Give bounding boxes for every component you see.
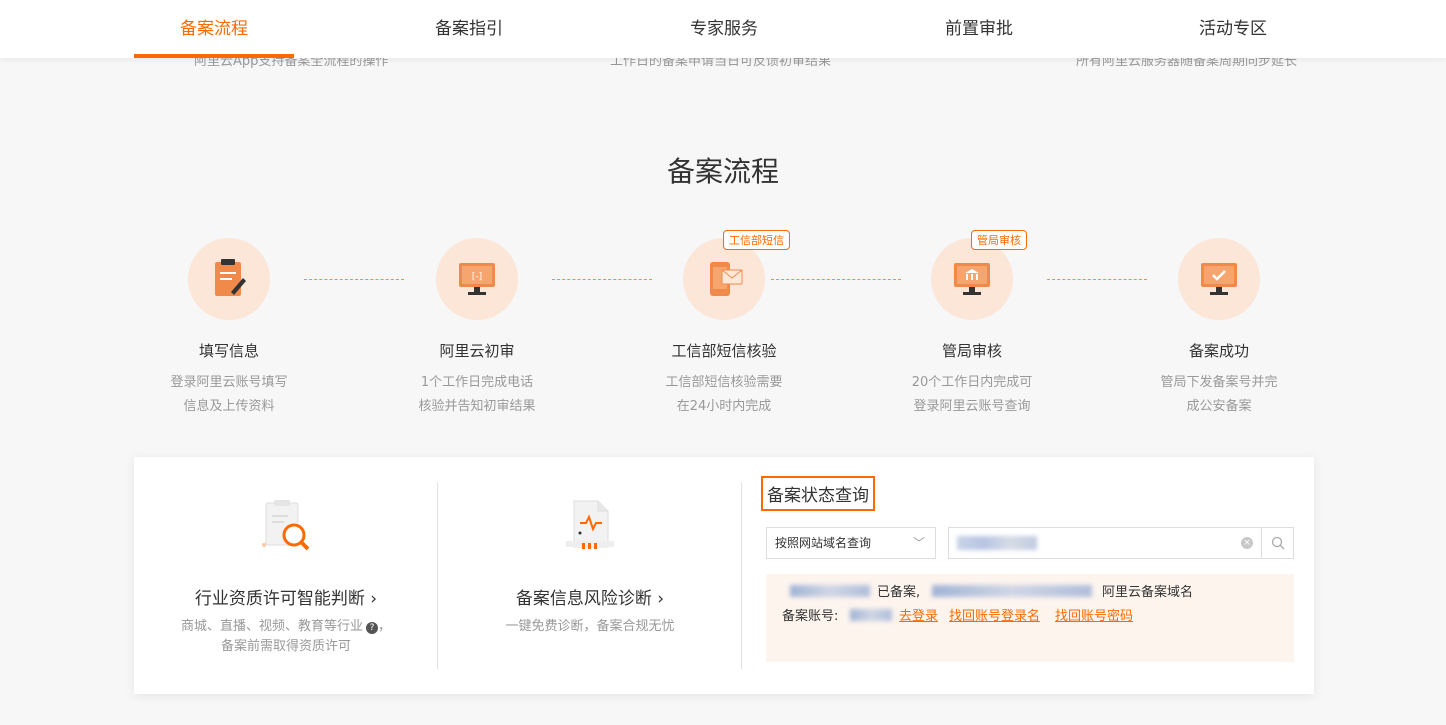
step-fill-info: 填写信息 登录阿里云账号填写 信息及上传资料 — [129, 238, 329, 419]
tab-filing-guide[interactable]: 备案指引 — [389, 0, 549, 58]
step-sms-verify: 工信部短信 工信部短信核验 工信部短信核验需要 在24小时内完成 — [624, 230, 824, 419]
license-judgement-desc: 商城、直播、视频、教育等行业?， 备案前需取得资质许可 — [134, 617, 438, 657]
monitor-icon: [-] — [459, 263, 495, 295]
top-nav: 备案流程 备案指引 专家服务 前置审批 活动专区 — [0, 0, 1446, 58]
license-desc-text: 商城、直播、视频、教育等行业 — [180, 619, 363, 634]
step-title: 管局审核 — [941, 342, 1002, 360]
step-description: 20个工作日内完成可 登录阿里云账号查询 — [872, 371, 1072, 419]
step-desc-line: 在24小时内完成 — [676, 399, 772, 414]
step-desc-line: 1个工作日完成电话 — [420, 375, 534, 390]
svg-text:[-]: [-] — [472, 272, 482, 282]
step-description: 管局下发备案号并完 成公安备案 — [1119, 371, 1319, 419]
step-desc-line: 登录阿里云账号查询 — [913, 399, 1031, 414]
recover-password-link[interactable]: 找回账号密码 — [1055, 605, 1133, 624]
search-icon — [1271, 536, 1284, 550]
step-badge: 工信部短信 — [723, 230, 790, 250]
clear-icon[interactable]: × — [1241, 537, 1253, 549]
result-suffix: 阿里云备案域名 — [1102, 585, 1194, 600]
recover-login-name-link[interactable]: 找回账号登录名 — [949, 605, 1040, 624]
step-aliyun-review: [-] 阿里云初审 1个工作日完成电话 核验并告知初审结果 — [377, 238, 577, 419]
redacted-search-value — [957, 536, 1037, 550]
redacted-owner — [932, 585, 1092, 597]
step-circle: [-] — [436, 238, 518, 320]
tab-filing-process[interactable]: 备案流程 — [134, 0, 294, 58]
query-type-value: 按照网站域名查询 — [775, 536, 872, 550]
domain-search-input[interactable]: × — [948, 527, 1294, 559]
step-description: 1个工作日完成电话 核验并告知初审结果 — [377, 371, 577, 419]
risk-diagnosis-icon — [566, 500, 614, 549]
step-bureau-review: 管局审核 管局审核 20个工作日内完成可 登录阿里云账号查询 — [872, 230, 1072, 419]
sms-phone-icon — [710, 262, 743, 296]
step-desc-line: 工信部短信核验需要 — [665, 375, 783, 390]
query-result-box: 已备案, 阿里云备案域名 备案账号: 去登录 找回账号登录名 找回账号密码 — [766, 574, 1294, 662]
step-desc-line: 信息及上传资料 — [183, 399, 275, 414]
section-title: 备案流程 — [666, 155, 779, 188]
redacted-domain — [790, 585, 870, 597]
login-link[interactable]: 去登录 — [899, 605, 938, 624]
tab-expert-service[interactable]: 专家服务 — [644, 0, 804, 58]
license-search-icon — [262, 500, 310, 551]
bureau-monitor-icon — [954, 263, 990, 295]
risk-diagnosis-link[interactable]: 备案信息风险诊断 › — [438, 584, 742, 609]
account-label: 备案账号: — [782, 609, 839, 624]
step-circle — [188, 238, 270, 320]
step-filing-success: 备案成功 管局下发备案号并完 成公安备案 — [1119, 238, 1319, 419]
step-title: 阿里云初审 — [439, 342, 515, 360]
step-title: 备案成功 — [1188, 342, 1249, 360]
form-edit-icon — [215, 259, 246, 296]
tools-card: 行业资质许可智能判断 › 商城、直播、视频、教育等行业?， 备案前需取得资质许可… — [134, 457, 1314, 694]
help-icon[interactable]: ? — [366, 622, 378, 634]
step-title: 工信部短信核验 — [671, 342, 777, 360]
license-desc-line: 商城、直播、视频、教育等行业?， — [180, 619, 392, 634]
step-desc-line: 登录阿里云账号填写 — [170, 375, 288, 390]
step-desc-line: 管局下发备案号并完 — [1160, 375, 1278, 390]
chevron-down-icon: ﹀ — [912, 536, 925, 550]
step-desc-line: 核验并告知初审结果 — [418, 399, 536, 414]
risk-diagnosis-desc: 一键免费诊断，备案合规无忧 — [505, 619, 675, 634]
license-desc-line: 备案前需取得资质许可 — [220, 639, 351, 654]
license-judgement-link[interactable]: 行业资质许可智能判断 › — [134, 584, 438, 609]
result-status: 已备案, — [877, 585, 921, 600]
step-description: 登录阿里云账号填写 信息及上传资料 — [129, 371, 329, 419]
redacted-account — [850, 609, 892, 621]
step-title: 填写信息 — [198, 342, 259, 360]
tab-pre-approval[interactable]: 前置审批 — [899, 0, 1059, 58]
search-button[interactable] — [1261, 528, 1293, 558]
step-circle: 工信部短信 — [683, 230, 790, 320]
tab-activity-zone[interactable]: 活动专区 — [1153, 0, 1313, 58]
check-monitor-icon — [1201, 263, 1237, 295]
panel-divider — [741, 482, 742, 669]
step-description: 工信部短信核验需要 在24小时内完成 — [624, 371, 824, 419]
step-circle — [1178, 238, 1260, 320]
panel-divider — [437, 482, 438, 669]
step-desc-line: 20个工作日内完成可 — [911, 375, 1033, 390]
query-type-select[interactable]: 按照网站域名查询 ﹀ — [766, 527, 936, 559]
filing-status-query-title: 备案状态查询 — [761, 476, 875, 511]
active-tab-indicator — [134, 54, 294, 58]
step-desc-line: 成公安备案 — [1186, 399, 1252, 414]
step-badge: 管局审核 — [971, 230, 1027, 250]
step-circle: 管局审核 — [931, 230, 1027, 320]
